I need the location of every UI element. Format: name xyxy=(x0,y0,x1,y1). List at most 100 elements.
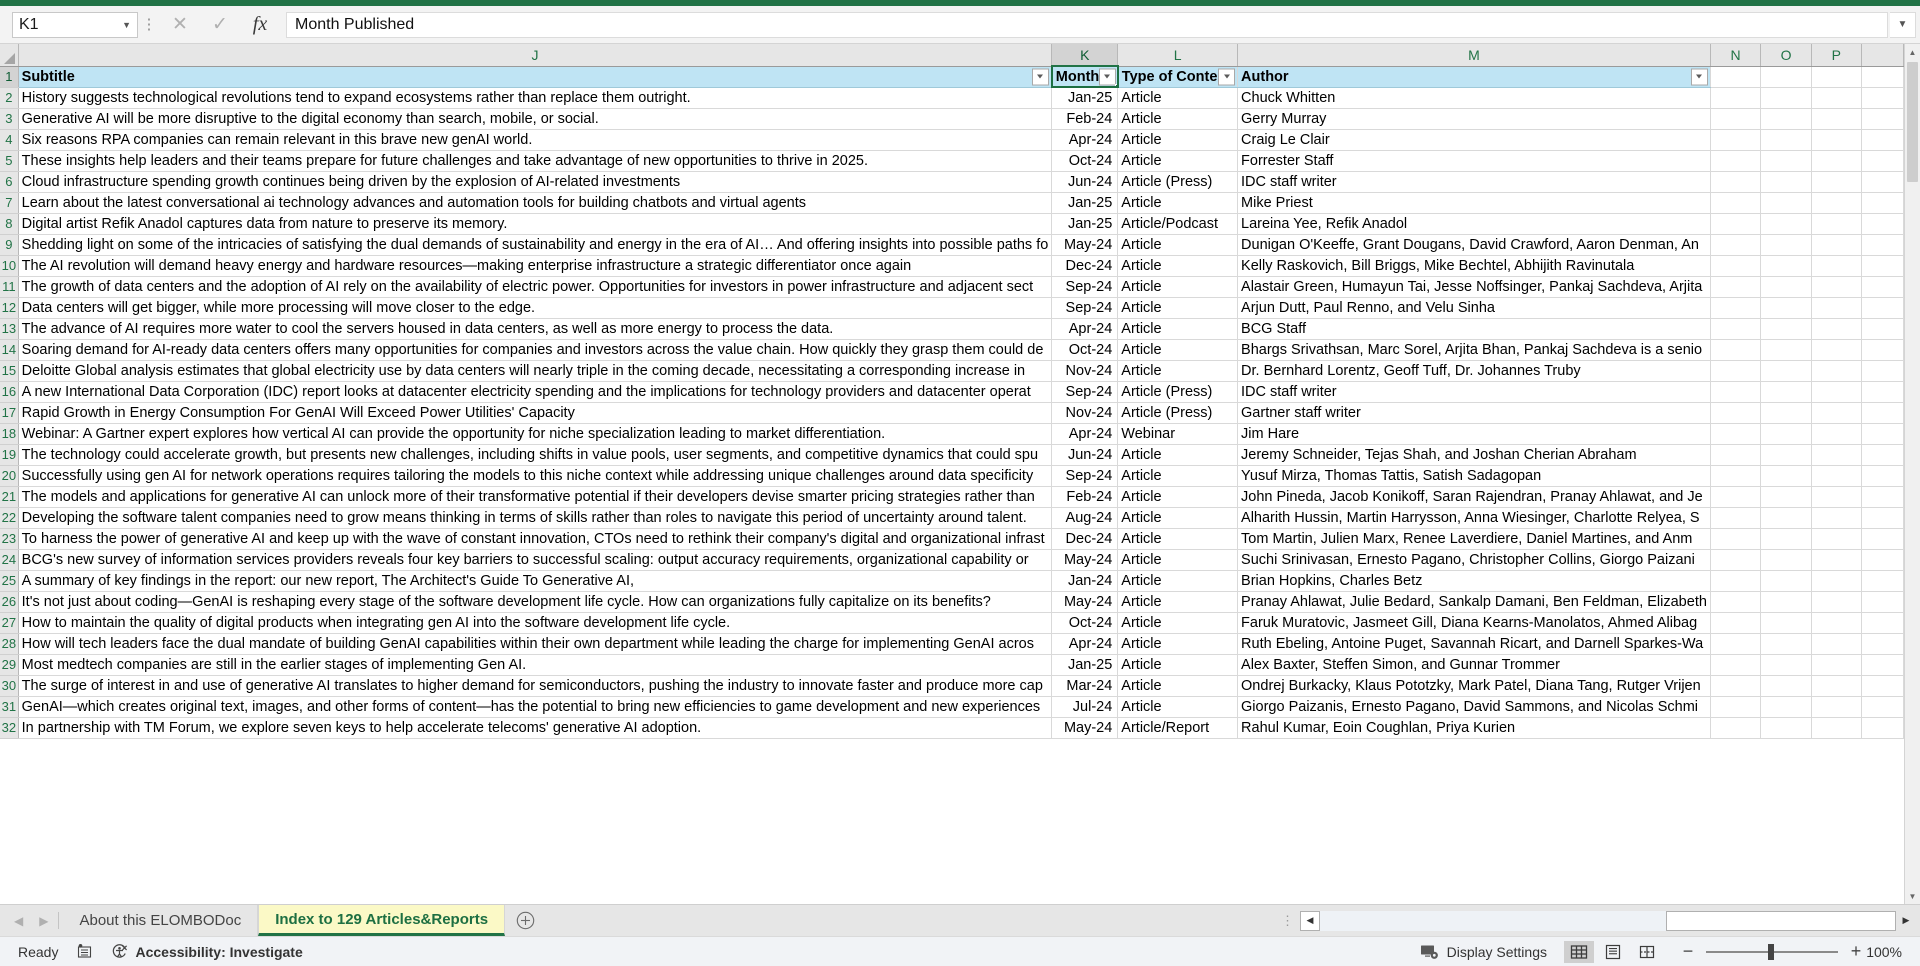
cell-author[interactable]: Alharith Hussin, Martin Harrysson, Anna … xyxy=(1237,507,1711,529)
cell-type-of-content[interactable]: Article (Press) xyxy=(1117,402,1239,424)
cell-type-of-content[interactable]: Article xyxy=(1117,654,1239,676)
cell-empty-P[interactable] xyxy=(1811,213,1862,235)
cell-month-published[interactable]: Sep-24 xyxy=(1051,381,1119,403)
cell-empty-O[interactable] xyxy=(1760,213,1812,235)
cell-month-published[interactable]: May-24 xyxy=(1051,549,1119,571)
cell-empty-Q[interactable] xyxy=(1861,507,1904,529)
cell-subtitle[interactable]: Cloud infrastructure spending growth con… xyxy=(18,171,1053,193)
cell-empty-O[interactable] xyxy=(1760,360,1812,382)
cell-month-published[interactable]: Jan-25 xyxy=(1051,192,1119,214)
cell-empty-P[interactable] xyxy=(1811,402,1862,424)
cell-type-of-content[interactable]: Article xyxy=(1117,675,1239,697)
cell-empty-P[interactable] xyxy=(1811,234,1862,256)
row-header-27[interactable]: 27 xyxy=(0,612,19,634)
horizontal-scrollbar-thumb[interactable] xyxy=(1666,910,1896,931)
cell-empty-P[interactable] xyxy=(1811,528,1862,550)
cell-author[interactable]: Arjun Dutt, Paul Renno, and Velu Sinha xyxy=(1237,297,1711,319)
cell-type-of-content[interactable]: Article xyxy=(1117,612,1239,634)
cell-subtitle[interactable]: Generative AI will be more disruptive to… xyxy=(18,108,1053,130)
cell-empty-Q[interactable] xyxy=(1861,192,1904,214)
cell-author[interactable]: Brian Hopkins, Charles Betz xyxy=(1237,570,1711,592)
horizontal-scrollbar[interactable]: ◀ ▶ xyxy=(1300,905,1920,936)
formula-bar-drag-handle[interactable]: ⋮ xyxy=(140,17,158,32)
cell-subtitle[interactable]: The advance of AI requires more water to… xyxy=(18,318,1053,340)
cell-empty-N[interactable] xyxy=(1710,360,1762,382)
cell-month-published[interactable]: Sep-24 xyxy=(1051,297,1119,319)
cell-empty-N[interactable] xyxy=(1710,381,1762,403)
cell-empty-Q[interactable] xyxy=(1861,444,1904,466)
cancel-x-icon[interactable]: ✕ xyxy=(160,11,200,39)
row-header-4[interactable]: 4 xyxy=(0,129,19,151)
row-header-12[interactable]: 12 xyxy=(0,297,19,319)
cell-empty-O[interactable] xyxy=(1760,507,1812,529)
cell-empty-Q[interactable] xyxy=(1861,591,1904,613)
row-header-32[interactable]: 32 xyxy=(0,717,19,739)
cell-month-published[interactable]: Nov-24 xyxy=(1051,402,1119,424)
cell-empty-P[interactable] xyxy=(1811,276,1862,298)
zoom-level-label[interactable]: 100% xyxy=(1864,944,1910,960)
cell-empty-P[interactable] xyxy=(1811,360,1862,382)
column-header-N[interactable]: N xyxy=(1710,44,1762,67)
cell-author[interactable]: Kelly Raskovich, Bill Briggs, Mike Becht… xyxy=(1237,255,1711,277)
cell-empty-O[interactable] xyxy=(1760,633,1812,655)
scroll-right-arrow-icon[interactable]: ▶ xyxy=(1896,911,1916,931)
cell-empty-P[interactable] xyxy=(1811,591,1862,613)
cell-empty-Q[interactable] xyxy=(1861,549,1904,571)
column-header-K[interactable]: K xyxy=(1051,44,1119,67)
empty-cell-P1[interactable] xyxy=(1811,66,1862,88)
cell-empty-N[interactable] xyxy=(1710,108,1762,130)
cell-empty-Q[interactable] xyxy=(1861,381,1904,403)
cell-type-of-content[interactable]: Article xyxy=(1117,696,1239,718)
cell-empty-O[interactable] xyxy=(1760,612,1812,634)
cell-month-published[interactable]: Aug-24 xyxy=(1051,507,1119,529)
normal-view-button[interactable] xyxy=(1564,940,1594,963)
cell-author[interactable]: Pranay Ahlawat, Julie Bedard, Sankalp Da… xyxy=(1237,591,1711,613)
scroll-left-arrow-icon[interactable]: ◀ xyxy=(1300,910,1320,931)
row-header-7[interactable]: 7 xyxy=(0,192,19,214)
cell-type-of-content[interactable]: Article xyxy=(1117,465,1239,487)
header-cell-author[interactable]: Author xyxy=(1237,66,1711,88)
cell-type-of-content[interactable]: Article xyxy=(1117,528,1239,550)
cell-month-published[interactable]: Jan-24 xyxy=(1051,570,1119,592)
filter-dropdown-type-of-content[interactable] xyxy=(1218,68,1236,85)
cell-empty-O[interactable] xyxy=(1760,570,1812,592)
cell-empty-N[interactable] xyxy=(1710,234,1762,256)
cell-month-published[interactable]: Oct-24 xyxy=(1051,339,1119,361)
cell-subtitle[interactable]: A summary of key findings in the report:… xyxy=(18,570,1053,592)
cell-subtitle[interactable]: Data centers will get bigger, while more… xyxy=(18,297,1053,319)
cell-subtitle[interactable]: The growth of data centers and the adopt… xyxy=(18,276,1053,298)
record-macro-button[interactable] xyxy=(67,937,102,966)
cell-author[interactable]: Yusuf Mirza, Thomas Tattis, Satish Sadag… xyxy=(1237,465,1711,487)
cell-author[interactable]: John Pineda, Jacob Konikoff, Saran Rajen… xyxy=(1237,486,1711,508)
cell-subtitle[interactable]: The AI revolution will demand heavy ener… xyxy=(18,255,1053,277)
cell-empty-Q[interactable] xyxy=(1861,150,1904,172)
cell-empty-Q[interactable] xyxy=(1861,423,1904,445)
cell-type-of-content[interactable]: Article xyxy=(1117,150,1239,172)
cell-type-of-content[interactable]: Article xyxy=(1117,570,1239,592)
column-header-J[interactable]: J xyxy=(18,44,1053,67)
cell-empty-P[interactable] xyxy=(1811,171,1862,193)
cell-author[interactable]: Mike Priest xyxy=(1237,192,1711,214)
cell-empty-N[interactable] xyxy=(1710,192,1762,214)
cell-subtitle[interactable]: History suggests technological revolutio… xyxy=(18,87,1053,109)
cell-empty-P[interactable] xyxy=(1811,696,1862,718)
cell-month-published[interactable]: Mar-24 xyxy=(1051,675,1119,697)
cell-empty-P[interactable] xyxy=(1811,549,1862,571)
cell-empty-Q[interactable] xyxy=(1861,171,1904,193)
empty-cell-N1[interactable] xyxy=(1710,66,1762,88)
cell-type-of-content[interactable]: Article xyxy=(1117,192,1239,214)
cell-empty-N[interactable] xyxy=(1710,696,1762,718)
cell-empty-O[interactable] xyxy=(1760,696,1812,718)
cell-empty-P[interactable] xyxy=(1811,108,1862,130)
header-cell-subtitle[interactable]: Subtitle xyxy=(18,66,1053,88)
cell-empty-O[interactable] xyxy=(1760,108,1812,130)
cell-empty-N[interactable] xyxy=(1710,213,1762,235)
cell-month-published[interactable]: Oct-24 xyxy=(1051,150,1119,172)
cell-empty-N[interactable] xyxy=(1710,171,1762,193)
cell-author[interactable]: Lareina Yee, Refik Anadol xyxy=(1237,213,1711,235)
cell-author[interactable]: Jeremy Schneider, Tejas Shah, and Joshan… xyxy=(1237,444,1711,466)
cell-empty-Q[interactable] xyxy=(1861,213,1904,235)
sheet-tab-index[interactable]: Index to 129 Articles&Reports xyxy=(258,905,506,936)
cell-month-published[interactable]: Apr-24 xyxy=(1051,318,1119,340)
cell-empty-Q[interactable] xyxy=(1861,255,1904,277)
